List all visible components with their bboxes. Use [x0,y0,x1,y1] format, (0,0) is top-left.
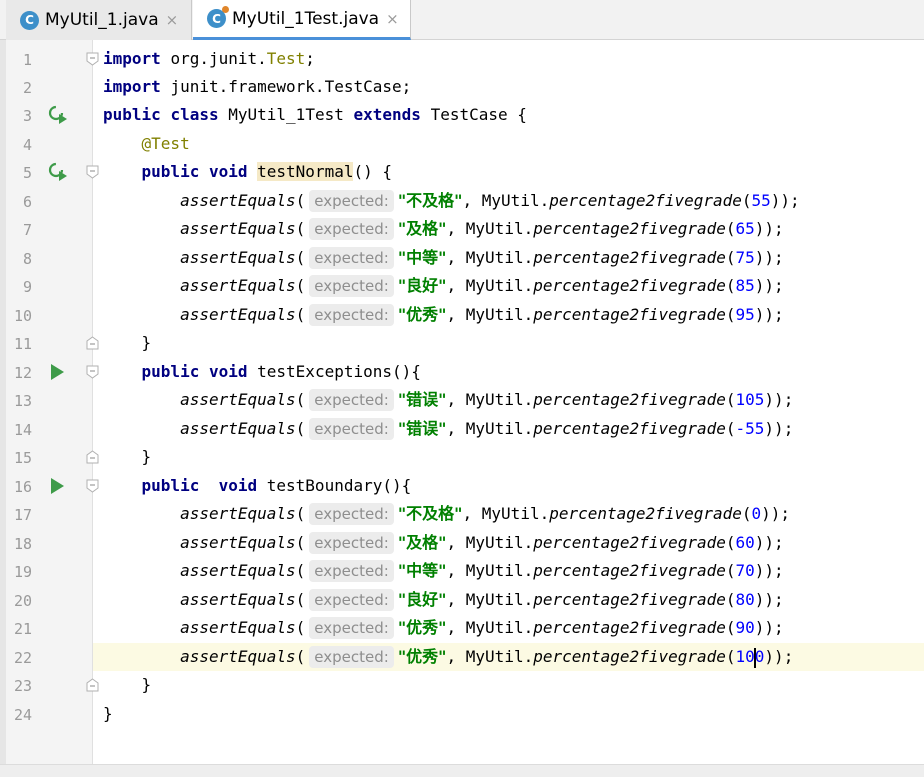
parameter-hint: expected: [309,646,394,668]
line-number: 15 [13,449,32,467]
line-number: 3 [22,107,32,125]
code-editor[interactable]: import org.junit.Test; import junit.fram… [93,40,924,764]
line-number: 2 [22,79,32,97]
parameter-hint: expected: [309,418,394,440]
line-number: 19 [13,563,32,581]
horizontal-scrollbar[interactable] [0,764,924,777]
code-line-19[interactable]: assertEquals(expected: "中等", MyUtil.perce… [103,557,784,585]
parameter-hint: expected: [309,247,394,269]
parameter-hint: expected: [309,275,394,297]
code-line-20[interactable]: assertEquals(expected: "良好", MyUtil.perce… [103,586,784,614]
line-number: 8 [22,250,32,268]
close-icon[interactable]: × [166,11,179,29]
line-number: 5 [22,164,32,182]
run-tests-icon[interactable] [48,105,68,125]
run-test-icon[interactable] [48,162,68,182]
code-line-11[interactable]: } [103,329,152,357]
line-number: 12 [13,364,32,382]
line-number: 4 [22,136,32,154]
line-number: 18 [13,535,32,553]
line-number: 23 [13,677,32,695]
line-number: 24 [13,706,32,724]
line-number: 16 [13,478,32,496]
line-number: 13 [13,392,32,410]
line-number: 6 [22,193,32,211]
tab-myutil-1[interactable]: C MyUtil_1.java × [6,0,192,40]
line-number: 7 [22,221,32,239]
editor-tab-bar: C MyUtil_1.java × C MyUtil_1Test.java × [0,0,924,40]
code-line-21[interactable]: assertEquals(expected: "优秀", MyUtil.perce… [103,614,784,642]
line-number: 10 [13,307,32,325]
code-line-1[interactable]: import org.junit.Test; [103,45,315,73]
code-line-14[interactable]: assertEquals(expected: "错误", MyUtil.perce… [103,415,793,443]
tab-myutil-1test[interactable]: C MyUtil_1Test.java × [193,0,411,40]
code-line-13[interactable]: assertEquals(expected: "错误", MyUtil.perce… [103,386,793,414]
code-line-16[interactable]: public void testBoundary(){ [103,472,412,500]
code-line-15[interactable]: } [103,443,152,471]
code-line-12[interactable]: public void testExceptions(){ [103,358,421,386]
code-line-3[interactable]: public class MyUtil_1Test extends TestCa… [103,101,527,129]
tab-label: MyUtil_1.java [45,10,159,30]
parameter-hint: expected: [309,218,394,240]
parameter-hint: expected: [309,589,394,611]
parameter-hint: expected: [309,190,394,212]
code-line-6[interactable]: assertEquals(expected: "不及格", MyUtil.perc… [103,187,800,215]
editor-gutter: 1 2 3 4 5 6 7 8 9 10 11 12 13 14 15 16 1… [6,40,99,764]
parameter-hint: expected: [309,503,394,525]
code-line-17[interactable]: assertEquals(expected: "不及格", MyUtil.perc… [103,500,790,528]
code-line-9[interactable]: assertEquals(expected: "良好", MyUtil.perce… [103,272,784,300]
java-test-class-icon: C [207,6,229,28]
line-number: 1 [22,51,32,69]
code-line-10[interactable]: assertEquals(expected: "优秀", MyUtil.perce… [103,301,784,329]
parameter-hint: expected: [309,389,394,411]
parameter-hint: expected: [309,617,394,639]
line-number: 14 [13,421,32,439]
code-line-24[interactable]: } [103,700,113,728]
line-number: 17 [13,506,32,524]
code-line-4[interactable]: @Test [103,130,190,158]
parameter-hint: expected: [309,532,394,554]
tab-label: MyUtil_1Test.java [232,8,380,29]
line-number: 21 [13,620,32,638]
close-icon[interactable]: × [386,10,399,28]
code-line-23[interactable]: } [103,671,152,699]
code-line-7[interactable]: assertEquals(expected: "及格", MyUtil.perce… [103,215,784,243]
line-number: 9 [22,278,32,296]
line-number: 20 [13,592,32,610]
code-line-5[interactable]: public void testNormal() { [103,158,392,186]
code-line-18[interactable]: assertEquals(expected: "及格", MyUtil.perce… [103,529,784,557]
code-line-2[interactable]: import junit.framework.TestCase; [103,73,411,101]
parameter-hint: expected: [309,560,394,582]
parameter-hint: expected: [309,304,394,326]
run-test-icon[interactable] [48,476,68,496]
code-line-8[interactable]: assertEquals(expected: "中等", MyUtil.perce… [103,244,784,272]
line-number: 11 [13,335,32,353]
run-test-icon[interactable] [48,362,68,382]
java-class-icon: C [20,10,39,30]
line-number: 22 [13,649,32,667]
code-line-22[interactable]: assertEquals(expected: "优秀", MyUtil.perce… [103,643,793,671]
